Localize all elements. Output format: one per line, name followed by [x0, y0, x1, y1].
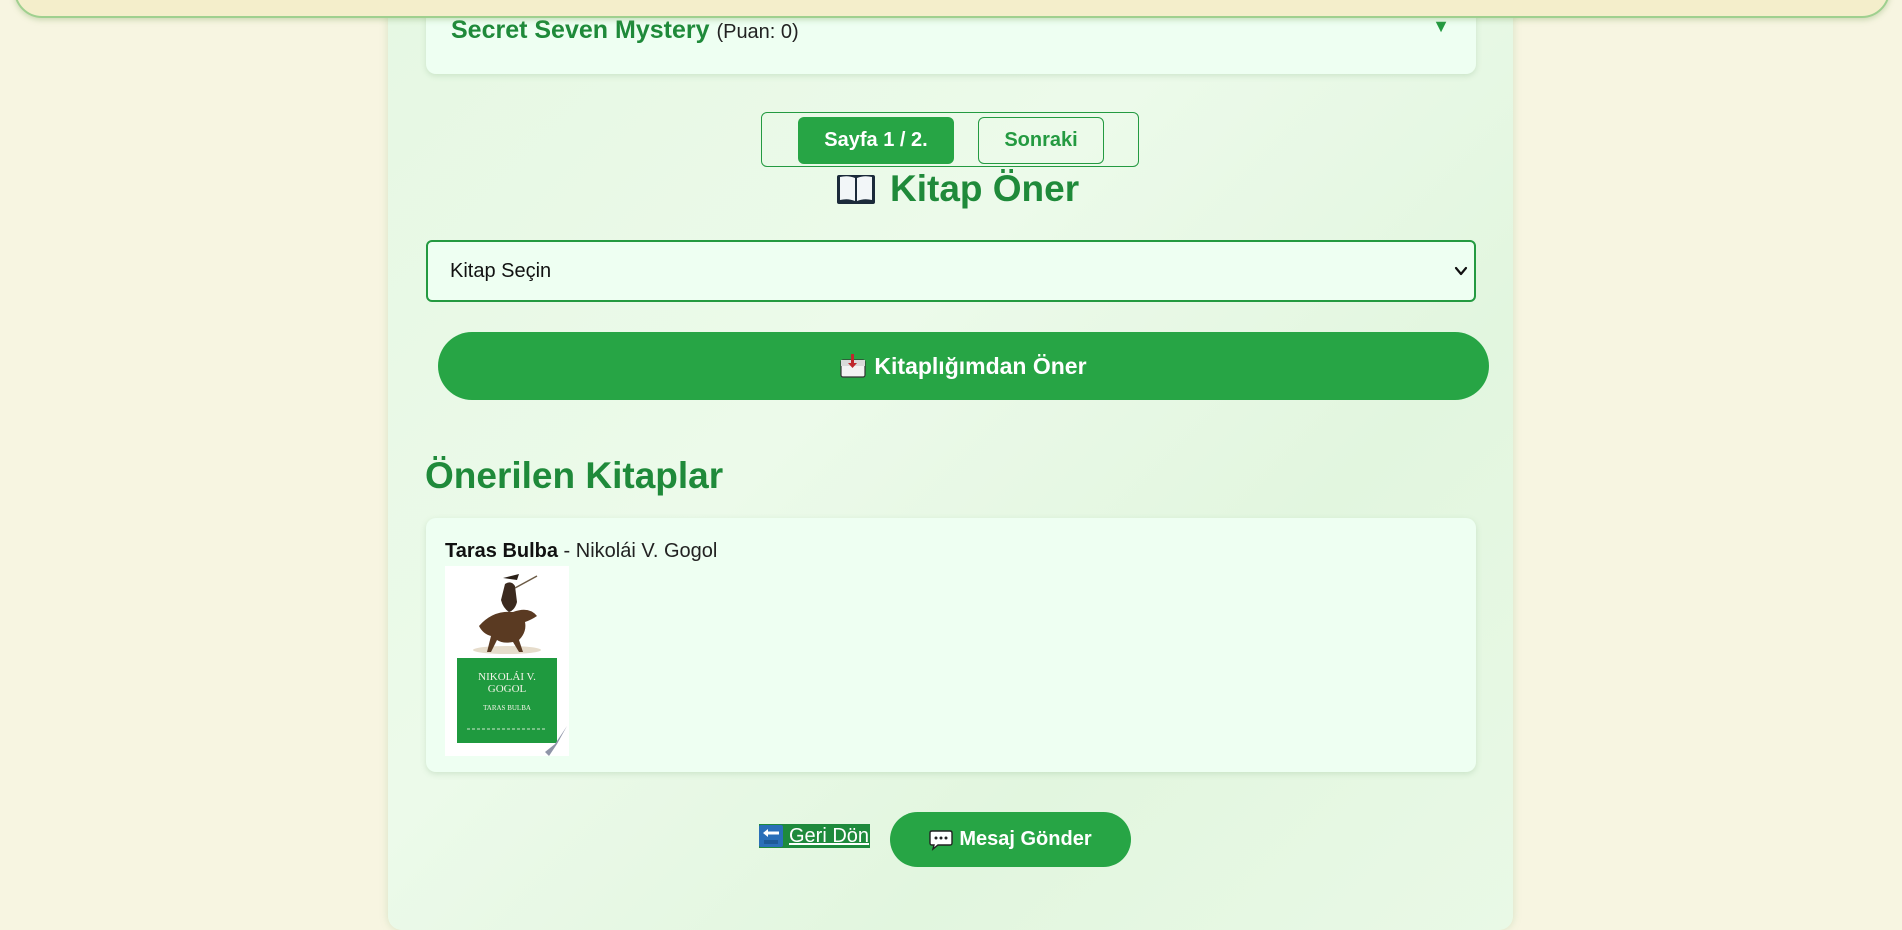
book-score: (Puan: 0): [716, 21, 799, 43]
send-message-button[interactable]: Mesaj Gönder: [890, 812, 1131, 867]
title-author-separator: -: [558, 540, 576, 562]
recommend-heading: Kitap Öner: [836, 166, 1079, 212]
back-link[interactable]: Geri Dön: [759, 824, 871, 848]
cover-author-line-1: NIKOLÁI V.: [478, 671, 536, 683]
open-book-icon: [837, 175, 875, 204]
top-banner: [14, 0, 1890, 18]
next-page-button[interactable]: Sonraki: [978, 117, 1104, 164]
page-indicator: Sayfa 1 / 2.: [798, 117, 954, 164]
chevron-down-icon: [1454, 266, 1468, 276]
book-select-value: Kitap Seçin: [450, 260, 552, 282]
recommended-book-author: Nikolái V. Gogol: [575, 540, 718, 562]
recommended-books-heading: Önerilen Kitaplar: [425, 455, 724, 496]
pagination: Sayfa 1 / 2. Sonraki: [761, 112, 1139, 167]
recommended-book-title: Taras Bulba: [445, 540, 558, 562]
back-arrow-icon: [759, 825, 783, 847]
inbox-tray-icon: [840, 354, 867, 378]
book-title: Secret Seven Mystery: [451, 16, 710, 44]
recommend-heading-text: Kitap Öner: [890, 168, 1080, 209]
recommend-button-label: Kitaplığımdan Öner: [874, 352, 1087, 379]
recommended-book-line: Taras Bulba - Nikolái V. Gogol: [445, 540, 717, 563]
book-item-title: Secret Seven Mystery (Puan: 0): [451, 16, 799, 45]
send-message-label: Mesaj Gönder: [959, 828, 1092, 850]
expand-toggle-icon[interactable]: ▼: [1432, 16, 1450, 37]
book-select[interactable]: Kitap Seçin: [426, 240, 1476, 302]
speech-bubble-icon: [929, 829, 954, 851]
recommended-book-card: Taras Bulba - Nikolái V. Gogol NIKOLÁI V…: [426, 518, 1476, 772]
back-link-label: Geri Dön: [789, 824, 870, 847]
book-cover-image: NIKOLÁI V. GOGOL TARAS BULBA: [445, 566, 569, 756]
cover-author-line-2: GOGOL: [488, 683, 527, 695]
recommend-from-library-button[interactable]: Kitaplığımdan Öner: [438, 332, 1489, 400]
cover-book-title: TARAS BULBA: [483, 704, 531, 712]
